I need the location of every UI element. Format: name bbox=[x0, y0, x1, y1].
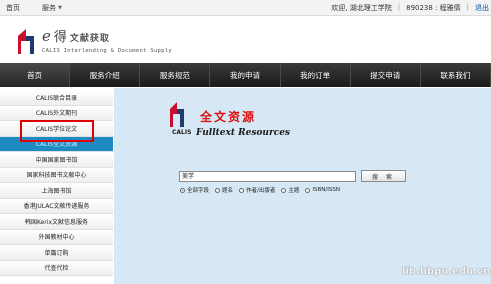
sidebar-item-foreign-journals[interactable]: CALIS外文期刊 bbox=[0, 105, 113, 121]
fulltext-search-panel: CALIS 全文资源 Fulltext Resources 美学 搜 索 全部字… bbox=[114, 88, 491, 284]
sidebar-item-nstl[interactable]: 国家科技图书文献中心 bbox=[0, 167, 113, 183]
option-author[interactable]: 作者/出版者 bbox=[239, 186, 275, 194]
sidebar-item-shanghai-library[interactable]: 上海图书馆 bbox=[0, 183, 113, 199]
nav-my-orders[interactable]: 我的订单 bbox=[281, 63, 351, 87]
top-service-menu[interactable]: 服务 ▼ bbox=[42, 3, 62, 13]
radio-selected-icon[interactable] bbox=[180, 187, 185, 193]
radio-icon[interactable] bbox=[215, 187, 221, 193]
calis-logo-icon bbox=[170, 102, 184, 127]
option-all-fields[interactable]: 全部字段 bbox=[180, 186, 209, 194]
radio-icon[interactable] bbox=[281, 187, 287, 193]
option-subject[interactable]: 主题 bbox=[281, 186, 299, 194]
top-utility-bar: 首页 服务 ▼ 欢迎, 湖北理工学院 | 890238 : 程雅倩 | 退出 bbox=[0, 0, 491, 16]
radio-icon[interactable] bbox=[239, 187, 245, 193]
nav-home[interactable]: 首页 bbox=[0, 63, 71, 87]
search-input[interactable]: 美学 bbox=[179, 171, 356, 182]
welcome-text: 欢迎, 湖北理工学院 bbox=[331, 4, 392, 12]
annotation-highlight-box bbox=[20, 120, 94, 142]
site-header: e 得 文献获取 CALIS Interlending & Document S… bbox=[0, 17, 491, 63]
top-home-link[interactable]: 首页 bbox=[6, 3, 20, 13]
nav-service-rules[interactable]: 服务规范 bbox=[140, 63, 211, 87]
calis-logo-icon bbox=[18, 29, 34, 54]
divider: | bbox=[397, 3, 401, 11]
nav-contact-us[interactable]: 联系我们 bbox=[421, 63, 491, 87]
brand-title: e 得 文献获取 bbox=[42, 27, 110, 45]
search-button[interactable]: 搜 索 bbox=[361, 170, 406, 182]
option-isbn[interactable]: ISBN/ISSN bbox=[305, 186, 340, 194]
sidebar-item-search-service[interactable]: 代查代检 bbox=[0, 260, 113, 276]
logout-link[interactable]: 退出 bbox=[475, 3, 489, 13]
sidebar-item-union-catalog[interactable]: CALIS联合目录 bbox=[0, 90, 113, 106]
calis-label: CALIS bbox=[172, 129, 192, 136]
sidebar-item-textbook-center[interactable]: 外国教材中心 bbox=[0, 229, 113, 245]
sidebar-item-single-order[interactable]: 单篇订购 bbox=[0, 245, 113, 261]
sidebar-item-julac[interactable]: 香港JULAC文献传递服务 bbox=[0, 198, 113, 214]
nav-submit-request[interactable]: 提交申请 bbox=[351, 63, 421, 87]
radio-icon[interactable] bbox=[305, 187, 311, 193]
chevron-down-icon: ▼ bbox=[58, 5, 62, 11]
sidebar-item-national-library[interactable]: 中国国家图书馆 bbox=[0, 152, 113, 168]
fulltext-title-cn: 全文资源 bbox=[200, 110, 257, 124]
search-field-options: 全部字段 题名 作者/出版者 主题 ISBN/ISSN bbox=[180, 186, 340, 194]
account-text: 890238 : 程雅倩 bbox=[406, 4, 461, 12]
main-nav: 首页 服务介绍 服务规范 我的申请 我的订单 提交申请 联系我们 bbox=[0, 63, 491, 87]
brand-tagline: CALIS Interlending & Document Supply bbox=[42, 48, 173, 54]
site-watermark: lib.hbpu.edu.cn bbox=[402, 266, 491, 277]
fulltext-title-en: Fulltext Resources bbox=[196, 128, 290, 138]
nav-my-requests[interactable]: 我的申请 bbox=[210, 63, 281, 87]
sidebar-item-kerix[interactable]: 韩国Kerix文献信息服务 bbox=[0, 214, 113, 230]
divider: | bbox=[466, 3, 469, 11]
option-title[interactable]: 题名 bbox=[215, 186, 233, 194]
nav-service-intro[interactable]: 服务介绍 bbox=[70, 63, 141, 87]
